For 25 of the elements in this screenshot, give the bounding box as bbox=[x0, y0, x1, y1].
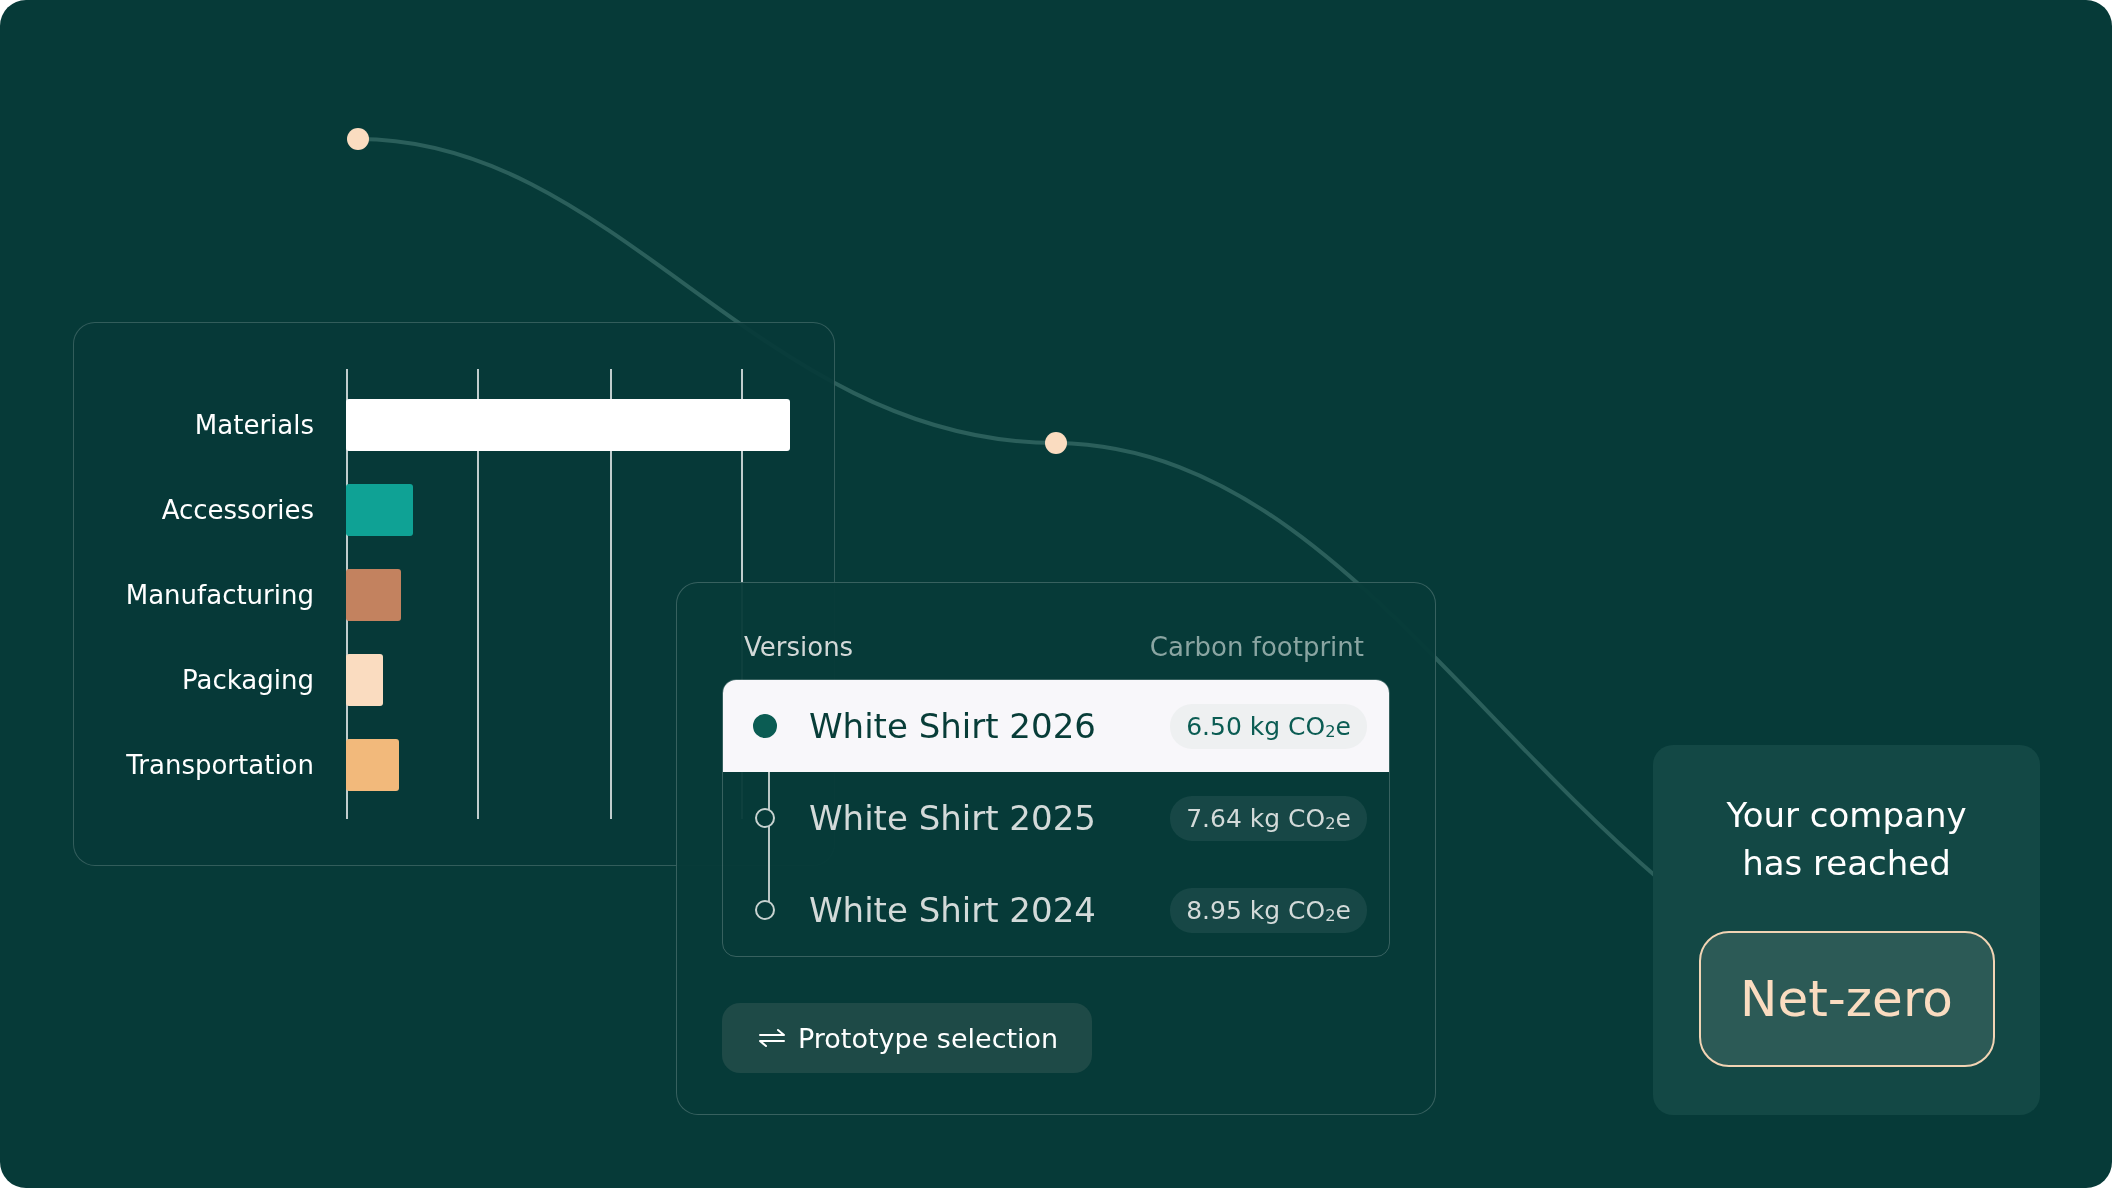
bar-label: Manufacturing bbox=[124, 580, 315, 610]
version-row[interactable]: White Shirt 2026 6.50 kg CO$_{2}$e bbox=[723, 680, 1389, 772]
footprint-value: 6.50 kg CO$_{2}$e bbox=[1170, 703, 1367, 749]
version-row[interactable]: White Shirt 2024 8.95 kg CO$_{2}$e bbox=[723, 864, 1389, 956]
hollow-dot-icon bbox=[755, 900, 775, 920]
prototype-selection-button[interactable]: Prototype selection bbox=[722, 1003, 1093, 1073]
bar-label: Transportation bbox=[125, 750, 315, 780]
version-row[interactable]: White Shirt 2025 7.64 kg CO$_{2}$e bbox=[723, 772, 1389, 864]
bar-label: Packaging bbox=[181, 665, 315, 695]
filled-dot-icon bbox=[753, 714, 777, 738]
column-heading: Carbon footprint bbox=[1149, 632, 1364, 662]
bar-label: Accessories bbox=[160, 495, 315, 525]
swap-arrows-icon bbox=[758, 1027, 786, 1049]
version-name: White Shirt 2024 bbox=[809, 890, 1097, 930]
footprint-value: 8.95 kg CO$_{2}$e bbox=[1170, 887, 1367, 933]
bar-label: Materials bbox=[193, 410, 315, 440]
version-name: White Shirt 2026 bbox=[809, 706, 1097, 746]
net-zero-badge: Net-zero bbox=[1698, 931, 1995, 1067]
footprint-value: 7.64 kg CO$_{2}$e bbox=[1170, 795, 1367, 841]
node-dot bbox=[1045, 432, 1067, 454]
version-name: White Shirt 2025 bbox=[809, 798, 1097, 838]
hollow-dot-icon bbox=[755, 808, 775, 828]
node-dot bbox=[347, 128, 369, 150]
status-message: Your company has reached bbox=[1725, 794, 1968, 885]
versions-heading: Versions bbox=[744, 632, 854, 662]
